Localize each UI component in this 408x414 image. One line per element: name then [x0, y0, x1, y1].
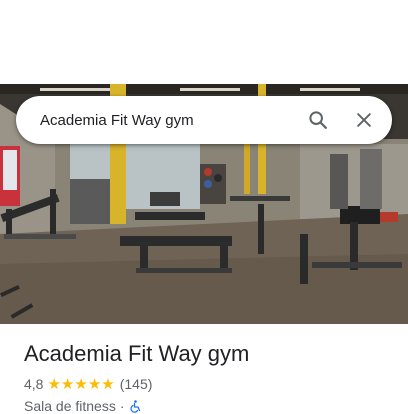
clear-search-button[interactable] [344, 100, 384, 140]
place-category: Sala de fitness [24, 398, 116, 414]
map-top-area [0, 0, 408, 84]
rating-value: 4,8 [24, 376, 44, 392]
star-rating: ★ ★ ★ ★ ★ [47, 377, 114, 392]
star-icon: ★ [101, 375, 115, 393]
rating-row[interactable]: 4,8 ★ ★ ★ ★ ★ (145) [24, 376, 152, 392]
star-icon: ★ [74, 375, 88, 393]
star-icon: ★ [60, 375, 75, 393]
separator: · [119, 398, 125, 414]
star-icon: ★ [47, 375, 61, 393]
star-icon: ★ [87, 375, 102, 393]
search-input[interactable]: Academia Fit Way gym [16, 112, 298, 129]
category-row: Sala de fitness · [24, 398, 141, 414]
search-button[interactable] [298, 100, 338, 140]
close-icon [357, 113, 371, 127]
search-icon [309, 111, 327, 129]
search-bar: Academia Fit Way gym [16, 96, 392, 144]
review-count[interactable]: (145) [120, 376, 153, 392]
wheelchair-accessible-icon [129, 399, 140, 413]
place-name: Academia Fit Way gym [24, 341, 250, 366]
